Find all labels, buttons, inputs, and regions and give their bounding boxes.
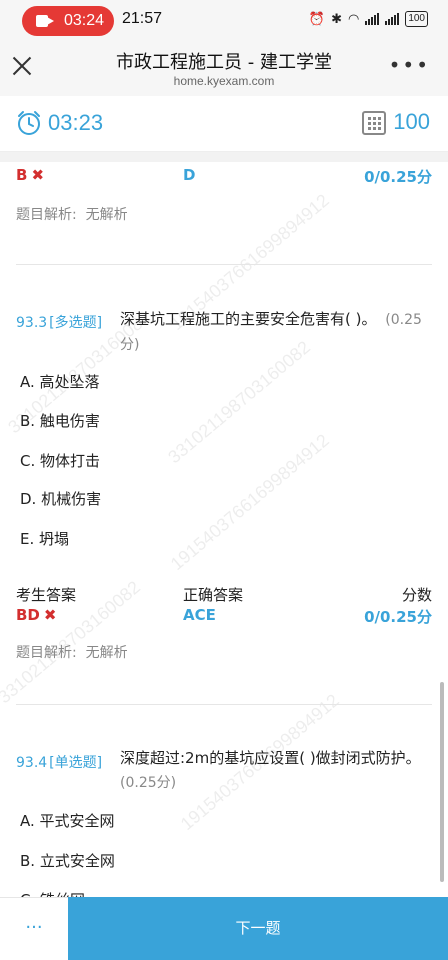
scrollbar[interactable]: [440, 682, 444, 882]
question-type: [单选题]: [49, 755, 103, 771]
signal-icon-2: [385, 13, 400, 25]
question-number: 93.3 [多选题]: [16, 312, 102, 332]
wifi-icon: ◠: [347, 11, 360, 27]
prev-user-answer-value: B: [16, 166, 28, 184]
option-b[interactable]: B. 触电伤害: [20, 410, 100, 431]
user-answer: BD ✖: [16, 606, 56, 624]
user-answer-label: 考生答案: [16, 586, 77, 604]
prev-correct-answer: D: [183, 166, 196, 184]
question-count[interactable]: 100: [393, 109, 430, 135]
more-button[interactable]: ···: [0, 897, 68, 960]
analysis-value: 无解析: [85, 645, 128, 661]
status-clock: 21:57: [122, 10, 163, 27]
question-type: [多选题]: [49, 315, 103, 331]
status-bar: 03:24 21:57 ⏰ ✱ ◠ 100: [0, 0, 448, 40]
question-text: 深度超过:2m的基坑应设置( )做封闭式防护。 (0.25分): [120, 746, 432, 795]
screen-recording-indicator[interactable]: 03:24: [22, 6, 114, 36]
user-answer-value: BD: [16, 606, 40, 624]
timer-bar: 03:23 100: [0, 96, 448, 152]
wrong-icon: ✖: [31, 166, 45, 184]
option-e[interactable]: E. 坍塌: [20, 528, 69, 549]
page-title: 市政工程施工员 - 建工学堂: [116, 52, 332, 73]
question-points: (0.25分): [120, 775, 177, 791]
question-number-value: 93.4: [16, 755, 48, 771]
recording-time: 03:24: [64, 12, 105, 29]
correct-answer: ACE: [183, 606, 216, 624]
analysis: 题目解析: 无解析: [16, 642, 128, 662]
question-stem: 深基坑工程施工的主要安全危害有( )。: [120, 310, 377, 328]
prev-user-answer: B ✖: [16, 166, 44, 184]
option-a[interactable]: A. 平式安全网: [20, 810, 115, 831]
question-number-value: 93.3: [16, 315, 48, 331]
signal-icon: [365, 13, 380, 25]
divider: [16, 264, 432, 265]
watermark: 19154037661699894912: [166, 430, 333, 575]
system-icons: ⏰ ✱ ◠ 100: [309, 11, 428, 27]
score-value: 0/0.25分: [364, 608, 432, 626]
score-label: 分数: [401, 586, 432, 604]
analysis-label: 题目解析:: [16, 645, 77, 661]
bottom-bar: ··· 下一题: [0, 897, 448, 960]
question-text: 深基坑工程施工的主要安全危害有( )。 (0.25分): [120, 307, 432, 357]
page-url: home.kyexam.com: [173, 74, 275, 88]
option-c[interactable]: C. 物体打击: [20, 450, 100, 471]
alarm-status-icon: ⏰: [308, 11, 326, 27]
divider: [16, 704, 432, 705]
video-camera-icon: [36, 15, 54, 27]
alarm-clock-icon: [18, 111, 40, 135]
next-question-button[interactable]: 下一题: [68, 897, 448, 960]
question-list[interactable]: 19154037661699894912 33102119870316008​2…: [0, 162, 448, 897]
question-number: 93.4 [单选题]: [16, 752, 102, 772]
option-c[interactable]: C. 铁丝网: [20, 889, 85, 897]
answer-sheet-icon[interactable]: [362, 111, 386, 135]
more-menu-icon[interactable]: •••: [389, 55, 430, 75]
prev-analysis: 题目解析: 无解析: [16, 204, 128, 224]
prev-score: 0/0.25分: [364, 168, 432, 186]
battery-icon: 100: [405, 11, 428, 27]
question-stem: 深度超过:2m的基坑应设置( )做封闭式防护。: [120, 749, 421, 767]
option-a[interactable]: A. 高处坠落: [20, 371, 100, 392]
wrong-icon: ✖: [43, 606, 57, 624]
bluetooth-icon: ✱: [331, 11, 342, 27]
option-b[interactable]: B. 立式安全网: [20, 850, 115, 871]
analysis-value: 无解析: [85, 207, 128, 223]
remaining-time: 03:23: [48, 110, 104, 135]
correct-answer-label: 正确答案: [183, 586, 244, 604]
analysis-label: 题目解析:: [16, 207, 77, 223]
option-d[interactable]: D. 机械伤害: [20, 488, 101, 509]
section-gap: [0, 152, 448, 162]
nav-bar: 市政工程施工员 - 建工学堂 home.kyexam.com •••: [0, 40, 448, 96]
